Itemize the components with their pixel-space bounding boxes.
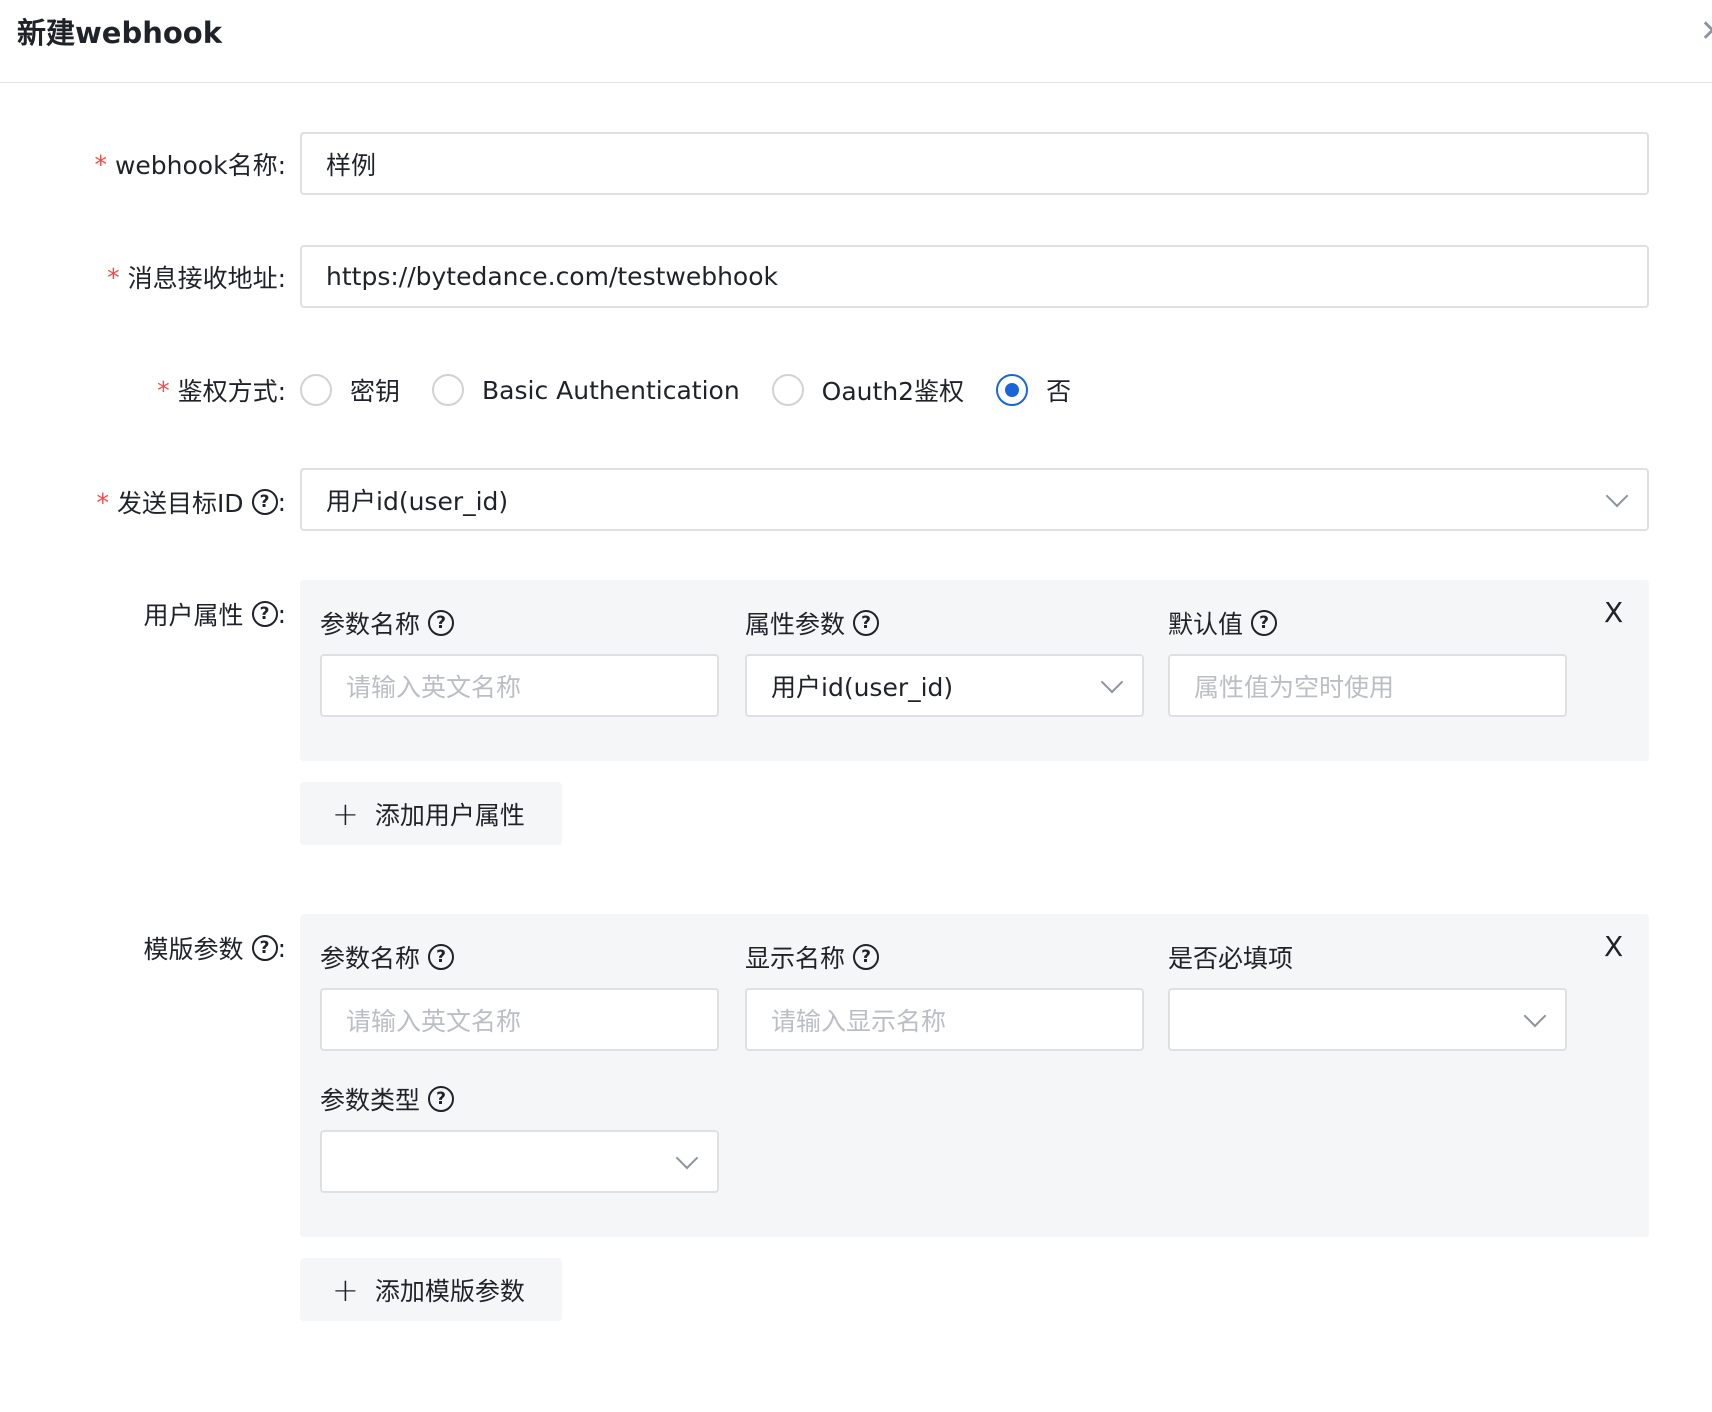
label-text: 用户属性 <box>143 601 244 630</box>
radio-none[interactable]: 否 <box>996 372 1071 408</box>
button-label: 添加模版参数 <box>374 1276 525 1306</box>
plus-icon: + <box>332 794 359 833</box>
col-param-type: 参数类型? <box>320 1081 455 1117</box>
chevron-down-icon <box>1605 484 1629 508</box>
button-label: 添加用户属性 <box>374 800 525 830</box>
help-icon[interactable]: ? <box>428 944 455 970</box>
radio-circle-selected[interactable] <box>996 374 1029 406</box>
close-icon[interactable]: ✕ <box>1700 14 1712 49</box>
label-text: 鉴权方式: <box>177 377 286 406</box>
colon: : <box>277 599 286 629</box>
user-attr-default-input[interactable]: 属性值为空时使用 <box>1168 654 1567 717</box>
add-template-param-button[interactable]: + 添加模版参数 <box>300 1258 562 1321</box>
radio-label: 否 <box>1046 377 1072 406</box>
user-attrs-label: 用户属性?: <box>144 596 286 632</box>
auth-radio-group: 密钥 Basic Authentication Oauth2鉴权 否 <box>300 372 1103 408</box>
help-icon[interactable]: ? <box>853 610 880 636</box>
colon: : <box>277 487 286 517</box>
placeholder: 请输入英文名称 <box>346 672 522 702</box>
plus-icon: + <box>332 1270 359 1309</box>
input-value: https://bytedance.com/testwebhook <box>326 262 779 291</box>
col-display-name: 显示名称? <box>745 939 880 975</box>
user-attr-name-input[interactable]: 请输入英文名称 <box>320 654 719 717</box>
label-text: webhook名称: <box>114 151 286 180</box>
remove-row-icon[interactable]: X <box>1604 930 1623 963</box>
webhook-name-input[interactable]: 样例 <box>300 132 1649 195</box>
placeholder: 属性值为空时使用 <box>1194 672 1395 702</box>
radio-circle[interactable] <box>771 374 804 406</box>
col-required: 是否必填项 <box>1168 939 1293 975</box>
radio-circle[interactable] <box>300 374 332 406</box>
webhook-name-label: * webhook名称: <box>94 146 286 182</box>
help-icon[interactable]: ? <box>428 610 455 636</box>
select-value: 用户id(user_id) <box>326 486 509 516</box>
url-input[interactable]: https://bytedance.com/testwebhook <box>300 245 1649 308</box>
chevron-down-icon <box>1523 1004 1547 1028</box>
col-param-name: 参数名称? <box>320 939 455 975</box>
label-text: 发送目标ID <box>116 489 244 518</box>
template-display-name-input[interactable]: 请输入显示名称 <box>745 988 1144 1051</box>
auth-label: * 鉴权方式: <box>157 372 286 408</box>
help-icon[interactable]: ? <box>251 601 278 627</box>
col-text: 显示名称 <box>745 944 846 973</box>
radio-label: Basic Authentication <box>482 375 740 405</box>
help-icon[interactable]: ? <box>853 944 880 970</box>
required-select[interactable] <box>1168 988 1567 1051</box>
url-label: * 消息接收地址: <box>107 259 286 295</box>
param-type-select[interactable] <box>320 1130 719 1193</box>
col-text: 参数名称 <box>320 610 421 639</box>
placeholder: 请输入显示名称 <box>771 1006 947 1036</box>
col-text: 默认值 <box>1168 610 1244 639</box>
help-icon[interactable]: ? <box>428 1086 455 1112</box>
col-text: 参数类型 <box>320 1086 421 1115</box>
add-user-attr-button[interactable]: + 添加用户属性 <box>300 782 562 845</box>
col-text: 参数名称 <box>320 944 421 973</box>
help-icon[interactable]: ? <box>1251 610 1278 636</box>
radio-label: Oauth2鉴权 <box>821 377 965 406</box>
col-default-value: 默认值? <box>1168 605 1278 641</box>
colon: : <box>277 933 286 963</box>
col-param-name: 参数名称? <box>320 605 455 641</box>
template-param-name-input[interactable]: 请输入英文名称 <box>320 988 719 1051</box>
col-attr-param: 属性参数? <box>745 605 880 641</box>
dialog-title: 新建webhook <box>17 16 222 50</box>
radio-basic-auth[interactable]: Basic Authentication <box>432 374 740 406</box>
col-text: 是否必填项 <box>1168 944 1294 973</box>
select-value: 用户id(user_id) <box>771 672 954 702</box>
chevron-down-icon <box>675 1146 699 1170</box>
template-params-label: 模版参数?: <box>144 930 286 966</box>
target-id-select[interactable]: 用户id(user_id) <box>300 468 1649 531</box>
placeholder: 请输入英文名称 <box>346 1006 522 1036</box>
radio-circle[interactable] <box>432 374 465 406</box>
radio-oauth2[interactable]: Oauth2鉴权 <box>771 372 965 408</box>
header-divider <box>0 82 1712 83</box>
chevron-down-icon <box>1100 670 1124 694</box>
radio-secret-key[interactable]: 密钥 <box>300 372 400 408</box>
radio-label: 密钥 <box>350 377 401 406</box>
remove-row-icon[interactable]: X <box>1604 596 1623 629</box>
label-text: 模版参数 <box>143 935 244 964</box>
user-attr-param-select[interactable]: 用户id(user_id) <box>745 654 1144 717</box>
col-text: 属性参数 <box>745 610 846 639</box>
target-id-label: * 发送目标ID?: <box>96 484 286 520</box>
label-text: 消息接收地址: <box>127 264 286 293</box>
help-icon[interactable]: ? <box>251 489 278 515</box>
input-value: 样例 <box>326 150 377 180</box>
help-icon[interactable]: ? <box>251 935 278 961</box>
